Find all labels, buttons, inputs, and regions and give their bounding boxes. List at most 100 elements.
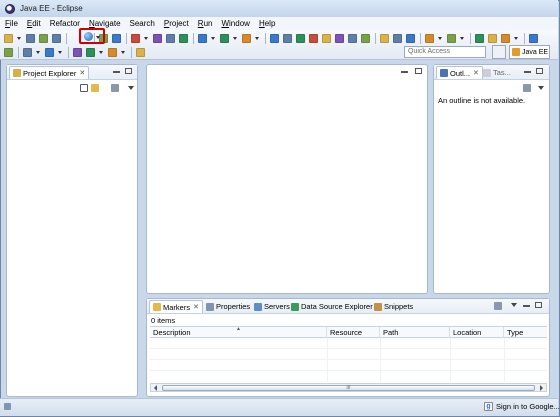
- toolbar-tool-icon[interactable]: [45, 48, 54, 57]
- toolbar-tool-icon[interactable]: [270, 34, 279, 43]
- chevron-down-icon[interactable]: [211, 37, 215, 40]
- menu-navigate[interactable]: Navigate: [89, 19, 121, 28]
- toolbar-tool-icon[interactable]: [406, 34, 415, 43]
- editor-area[interactable]: [146, 64, 428, 294]
- toolbar-tool-icon[interactable]: [52, 34, 61, 43]
- menu-run[interactable]: Run: [198, 19, 213, 28]
- toolbar-tool-icon[interactable]: [348, 34, 357, 43]
- minimize-icon[interactable]: [113, 71, 120, 73]
- minimize-icon[interactable]: [523, 305, 530, 307]
- column-header-location[interactable]: Location: [450, 327, 504, 338]
- view-menu-chevron-icon[interactable]: [128, 86, 134, 90]
- toolbar-tool-icon[interactable]: [136, 48, 145, 57]
- google-signin-button[interactable]: g Sign in to Google...: [484, 400, 560, 413]
- view-menu-chevron-icon[interactable]: [511, 303, 517, 307]
- toolbar-tool-icon[interactable]: [220, 34, 229, 43]
- maximize-icon[interactable]: [415, 68, 422, 74]
- toolbar-tool-icon[interactable]: [393, 34, 402, 43]
- chevron-down-icon[interactable]: [233, 37, 237, 40]
- column-header-type[interactable]: Type: [504, 327, 547, 338]
- toolbar-tool-icon[interactable]: [322, 34, 331, 43]
- toolbar-tool-icon[interactable]: [361, 34, 370, 43]
- toolbar-tool-icon[interactable]: [166, 34, 175, 43]
- tab-task-list[interactable]: Tas...: [480, 66, 514, 79]
- chevron-down-icon[interactable]: [438, 37, 442, 40]
- toolbar-tool-icon[interactable]: [488, 34, 497, 43]
- view-menu-icon[interactable]: [111, 84, 119, 92]
- quick-access-input[interactable]: Quick Access: [404, 46, 486, 58]
- chevron-down-icon[interactable]: [255, 37, 259, 40]
- toolbar-tool-icon[interactable]: [73, 48, 82, 57]
- toolbar-tool-icon[interactable]: [447, 34, 456, 43]
- chevron-down-icon[interactable]: [460, 37, 464, 40]
- toolbar-tool-icon[interactable]: [335, 34, 344, 43]
- view-menu-icon[interactable]: [523, 84, 531, 92]
- toolbar-tool-icon[interactable]: [283, 34, 292, 43]
- toolbar-tool-icon[interactable]: [380, 34, 389, 43]
- toolbar-tool-icon[interactable]: [39, 34, 48, 43]
- toolbar-tool-icon[interactable]: [4, 34, 13, 43]
- menu-project[interactable]: Project: [164, 19, 189, 28]
- menu-refactor[interactable]: Refactor: [50, 19, 80, 28]
- tab-data-source-explorer[interactable]: Data Source Explorer: [288, 300, 376, 313]
- chevron-down-icon[interactable]: [121, 51, 125, 54]
- chevron-down-icon[interactable]: [58, 51, 62, 54]
- toolbar-tool-icon[interactable]: [131, 34, 140, 43]
- close-icon[interactable]: ✕: [473, 69, 479, 77]
- chevron-down-icon[interactable]: [144, 37, 148, 40]
- menu-window[interactable]: Window: [221, 19, 249, 28]
- toolbar-tool-icon[interactable]: [26, 34, 35, 43]
- maximize-icon[interactable]: [535, 302, 542, 308]
- view-menu-icon[interactable]: [494, 302, 502, 310]
- collapse-all-icon[interactable]: [80, 84, 88, 92]
- toolbar-tool-icon[interactable]: [309, 34, 318, 43]
- minimize-icon[interactable]: [524, 71, 531, 73]
- toolbar-tool-icon[interactable]: [425, 34, 434, 43]
- globe-icon[interactable]: [84, 32, 93, 41]
- chevron-down-icon[interactable]: [99, 51, 103, 54]
- column-header-resource[interactable]: Resource: [327, 327, 380, 338]
- toolbar-tool-icon[interactable]: [296, 34, 305, 43]
- fast-view-icon[interactable]: [4, 403, 11, 410]
- toolbar-tool-icon[interactable]: [86, 48, 95, 57]
- close-icon[interactable]: ✕: [79, 69, 85, 77]
- link-editor-icon[interactable]: [91, 84, 99, 92]
- close-icon[interactable]: ✕: [193, 303, 199, 311]
- tab-snippets[interactable]: Snippets: [371, 300, 416, 313]
- toolbar-tool-icon[interactable]: [153, 34, 162, 43]
- maximize-icon[interactable]: [536, 68, 543, 74]
- toolbar-tool-icon[interactable]: [242, 34, 251, 43]
- tab-properties[interactable]: Properties: [203, 300, 253, 313]
- chevron-down-icon[interactable]: [36, 51, 40, 54]
- toolbar-tool-icon[interactable]: [108, 48, 117, 57]
- toolbar-tool-icon[interactable]: [529, 34, 538, 43]
- menu-edit[interactable]: Edit: [27, 19, 41, 28]
- toolbar-tool-icon[interactable]: [179, 34, 188, 43]
- markers-table-body[interactable]: [150, 338, 547, 382]
- column-header-path[interactable]: Path: [380, 327, 450, 338]
- scrollbar-thumb[interactable]: III: [162, 385, 535, 391]
- chevron-down-icon[interactable]: [96, 36, 100, 39]
- chevron-down-icon[interactable]: [17, 37, 21, 40]
- horizontal-scrollbar[interactable]: III: [150, 383, 547, 392]
- toolbar-tool-icon[interactable]: [112, 34, 121, 43]
- menu-file[interactable]: File: [5, 19, 18, 28]
- toolbar-tool-icon[interactable]: [475, 34, 484, 43]
- scroll-left-icon[interactable]: [154, 385, 157, 391]
- toolbar-tool-icon[interactable]: [501, 34, 510, 43]
- menu-help[interactable]: Help: [259, 19, 275, 28]
- scroll-right-icon[interactable]: [540, 385, 543, 391]
- tab-outline[interactable]: Outl... ✕: [436, 66, 483, 79]
- chevron-down-icon[interactable]: [514, 37, 518, 40]
- view-menu-chevron-icon[interactable]: [538, 86, 544, 90]
- perspective-javaee-button[interactable]: Java EE: [509, 45, 550, 59]
- maximize-icon[interactable]: [125, 68, 132, 74]
- minimize-icon[interactable]: [401, 71, 408, 73]
- menu-search[interactable]: Search: [130, 19, 155, 28]
- open-perspective-button[interactable]: [492, 45, 506, 59]
- tab-markers[interactable]: Markers ✕: [149, 300, 203, 313]
- toolbar-tool-icon[interactable]: [4, 48, 13, 57]
- tab-project-explorer[interactable]: Project Explorer ✕: [9, 66, 90, 79]
- tab-servers[interactable]: Servers: [251, 300, 293, 313]
- toolbar-tool-icon[interactable]: [23, 48, 32, 57]
